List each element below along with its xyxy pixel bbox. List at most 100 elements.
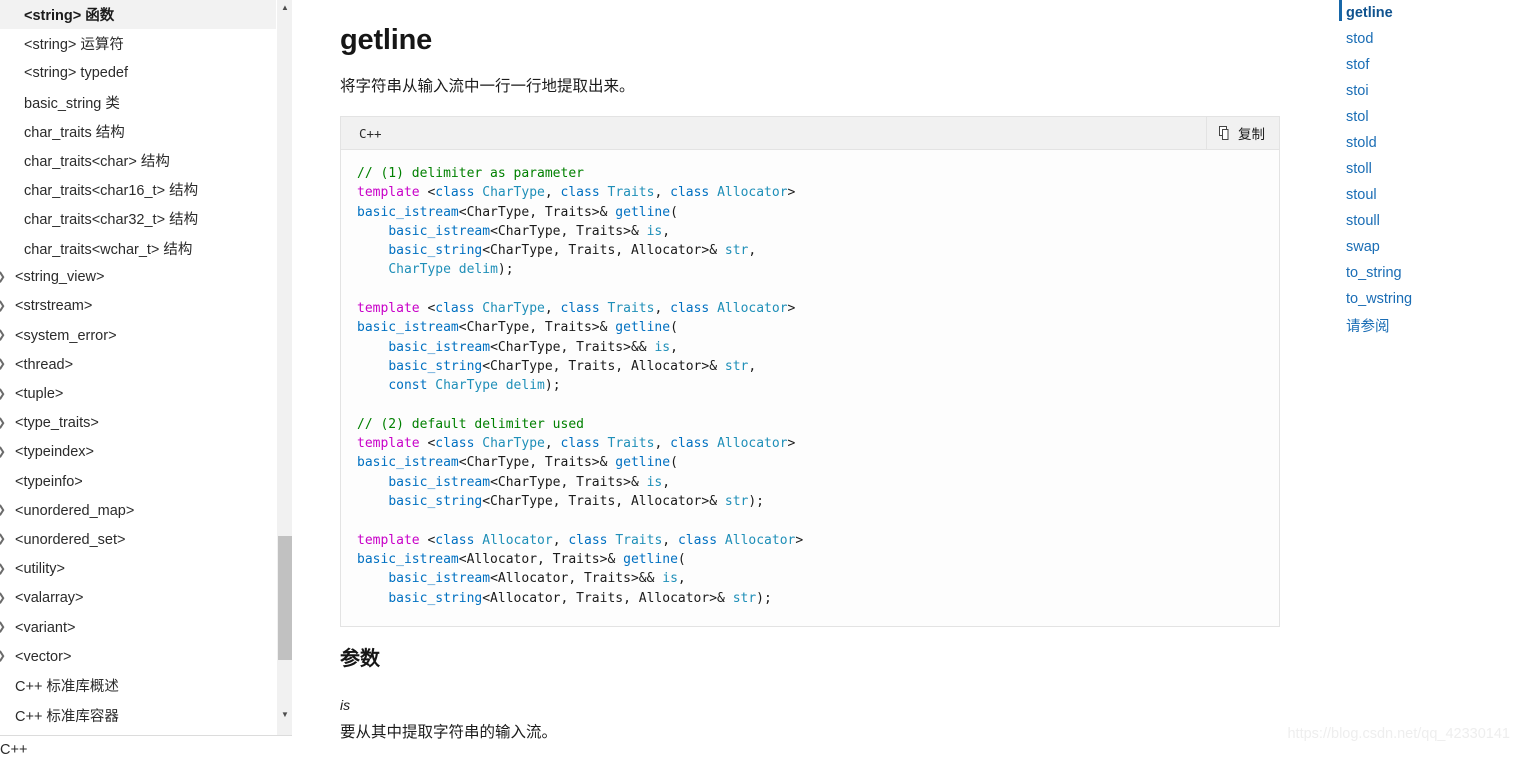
sidebar-item[interactable]: ❯<typeindex> (0, 438, 276, 467)
sidebar-item-label: <string> 函数 (24, 8, 115, 25)
sidebar-item-label: C++ 标准库概述 (15, 679, 119, 696)
toc-item[interactable]: stod (1317, 26, 1516, 52)
sidebar-item[interactable]: ❯C++ 标准库概述 (0, 671, 276, 700)
toc-item-label: stof (1346, 57, 1370, 73)
sidebar-item[interactable]: char_traits<char32_t> 结构 (0, 204, 276, 233)
watermark: https://blog.csdn.net/qq_42330141 (1287, 726, 1510, 742)
code-token: template (357, 436, 428, 452)
code-text: // (1) delimiter as parameter template <c… (341, 164, 1279, 608)
code-token: template (357, 185, 428, 201)
sidebar-item-label: basic_string 类 (24, 95, 120, 112)
code-token: <Allocator, Traits>&& (490, 571, 663, 587)
sidebar-item[interactable]: char_traits<char16_t> 结构 (0, 175, 276, 204)
sidebar-item[interactable]: char_traits<char> 结构 (0, 146, 276, 175)
sidebar-item[interactable]: char_traits<wchar_t> 结构 (0, 234, 276, 263)
toc-item-label: stoull (1346, 213, 1380, 229)
sidebar-item[interactable]: ❯<string_view> (0, 263, 276, 292)
caret-up-icon[interactable]: ▲ (277, 0, 292, 16)
code-token: class (670, 436, 718, 452)
parameter-description: 要从其中提取字符串的输入流。 (340, 724, 558, 741)
sidebar-item[interactable]: ❯<unordered_set> (0, 525, 276, 554)
toc-item-label: swap (1346, 239, 1380, 255)
code-token: ( (670, 204, 678, 220)
code-token: Allocator (717, 301, 788, 317)
code-token: <CharType, Traits>&& (490, 339, 655, 355)
left-sidebar-scrollbar[interactable]: ▲ ▼ (276, 0, 292, 735)
code-token: str (732, 590, 757, 606)
sidebar-item-label: <unordered_set> (15, 531, 126, 548)
code-token: basic_istream (388, 339, 491, 355)
toc-item[interactable]: stoull (1317, 208, 1516, 234)
sidebar-item-label: <string> typedef (24, 64, 128, 81)
page-description: 将字符串从输入流中一行一行地提取出来。 (340, 78, 635, 95)
right-table-of-contents: getline stod stof stoi stol stold stoll stoul st… (1317, 0, 1516, 340)
toc-item[interactable]: stol (1317, 104, 1516, 130)
toc-item[interactable]: to_wstring (1317, 286, 1516, 312)
sidebar-item[interactable]: ❯<vector> (0, 642, 276, 671)
scrollbar-thumb[interactable] (278, 536, 292, 660)
toc-item[interactable]: stoi (1317, 78, 1516, 104)
sidebar-item[interactable]: ❯<strstream> (0, 292, 276, 321)
code-line: template <class CharType, class Traits, … (357, 183, 1279, 202)
code-token: , (654, 436, 671, 452)
code-token: , (662, 223, 671, 239)
code-line: basic_istream<Allocator, Traits>& getlin… (357, 550, 1279, 569)
toc-item[interactable]: getline (1317, 0, 1516, 26)
copy-button[interactable]: 复制 (1206, 117, 1279, 149)
code-token: basic_string (388, 590, 483, 606)
sidebar-item[interactable]: ❯<valarray> (0, 584, 276, 613)
parameter-name: is (340, 697, 351, 713)
code-token: > (787, 301, 796, 317)
sidebar-item[interactable]: <string> typedef (0, 58, 276, 87)
code-block: C++ 复制 // (1) delimiter as parameter temp… (340, 116, 1280, 627)
code-token: basic_string (388, 494, 483, 510)
toc-item[interactable]: stoul (1317, 182, 1516, 208)
code-block-header: C++ 复制 (341, 117, 1279, 150)
caret-down-icon[interactable]: ▼ (277, 707, 292, 723)
sidebar-item[interactable]: ❯<type_traits> (0, 409, 276, 438)
code-token: CharType (482, 301, 545, 317)
sidebar-item[interactable]: <string> 函数 (0, 0, 276, 30)
sidebar-item[interactable]: ❯<unordered_map> (0, 496, 276, 525)
code-token: is (646, 223, 663, 239)
sidebar-item[interactable]: ❯<typeinfo> (0, 467, 276, 496)
code-token: const (388, 378, 436, 394)
sidebar-item[interactable]: <string> 运算符 (0, 29, 276, 58)
sidebar-item[interactable]: basic_string 类 (0, 88, 276, 117)
code-block-body[interactable]: // (1) delimiter as parameter template <c… (341, 150, 1279, 626)
sidebar-item[interactable]: char_traits 结构 (0, 117, 276, 146)
code-token: ( (670, 455, 678, 471)
code-token: delim (458, 262, 498, 278)
code-token: is (646, 474, 663, 490)
sidebar-item-label: <vector> (15, 648, 72, 665)
toc-item[interactable]: stof (1317, 52, 1516, 78)
toc-item-label: stold (1346, 135, 1377, 151)
code-line: basic_istream<CharType, Traits>& is, (357, 222, 1279, 241)
toc-item[interactable]: stoll (1317, 156, 1516, 182)
toc-item[interactable]: swap (1317, 234, 1516, 260)
toc-item[interactable]: stold (1317, 130, 1516, 156)
code-token: delim (505, 378, 545, 394)
sidebar-item[interactable]: ❯<system_error> (0, 321, 276, 350)
sidebar-item[interactable]: ❯<tuple> (0, 379, 276, 408)
code-token: <CharType, Traits>& (490, 474, 647, 490)
code-token: CharType (482, 436, 545, 452)
code-token: basic_istream (357, 455, 459, 471)
sidebar-item[interactable]: ❯C++ 标准库容器 (0, 701, 276, 730)
toc-item[interactable]: 请参阅 (1317, 312, 1516, 338)
code-token: , (662, 532, 678, 548)
code-line: basic_istream<CharType, Traits>& getline… (357, 318, 1279, 337)
sidebar-item[interactable]: ❯<thread> (0, 350, 276, 379)
code-token: , (662, 474, 671, 490)
code-token: Allocator (724, 532, 796, 548)
toc-item[interactable]: to_string (1317, 260, 1516, 286)
toc-item-label: getline (1346, 5, 1393, 21)
sidebar-item-label: <thread> (15, 356, 74, 373)
sidebar-item[interactable]: ❯<variant> (0, 613, 276, 642)
code-token: <Allocator, Traits, Allocator>& (482, 590, 733, 606)
sidebar-item[interactable]: ❯<utility> (0, 555, 276, 584)
